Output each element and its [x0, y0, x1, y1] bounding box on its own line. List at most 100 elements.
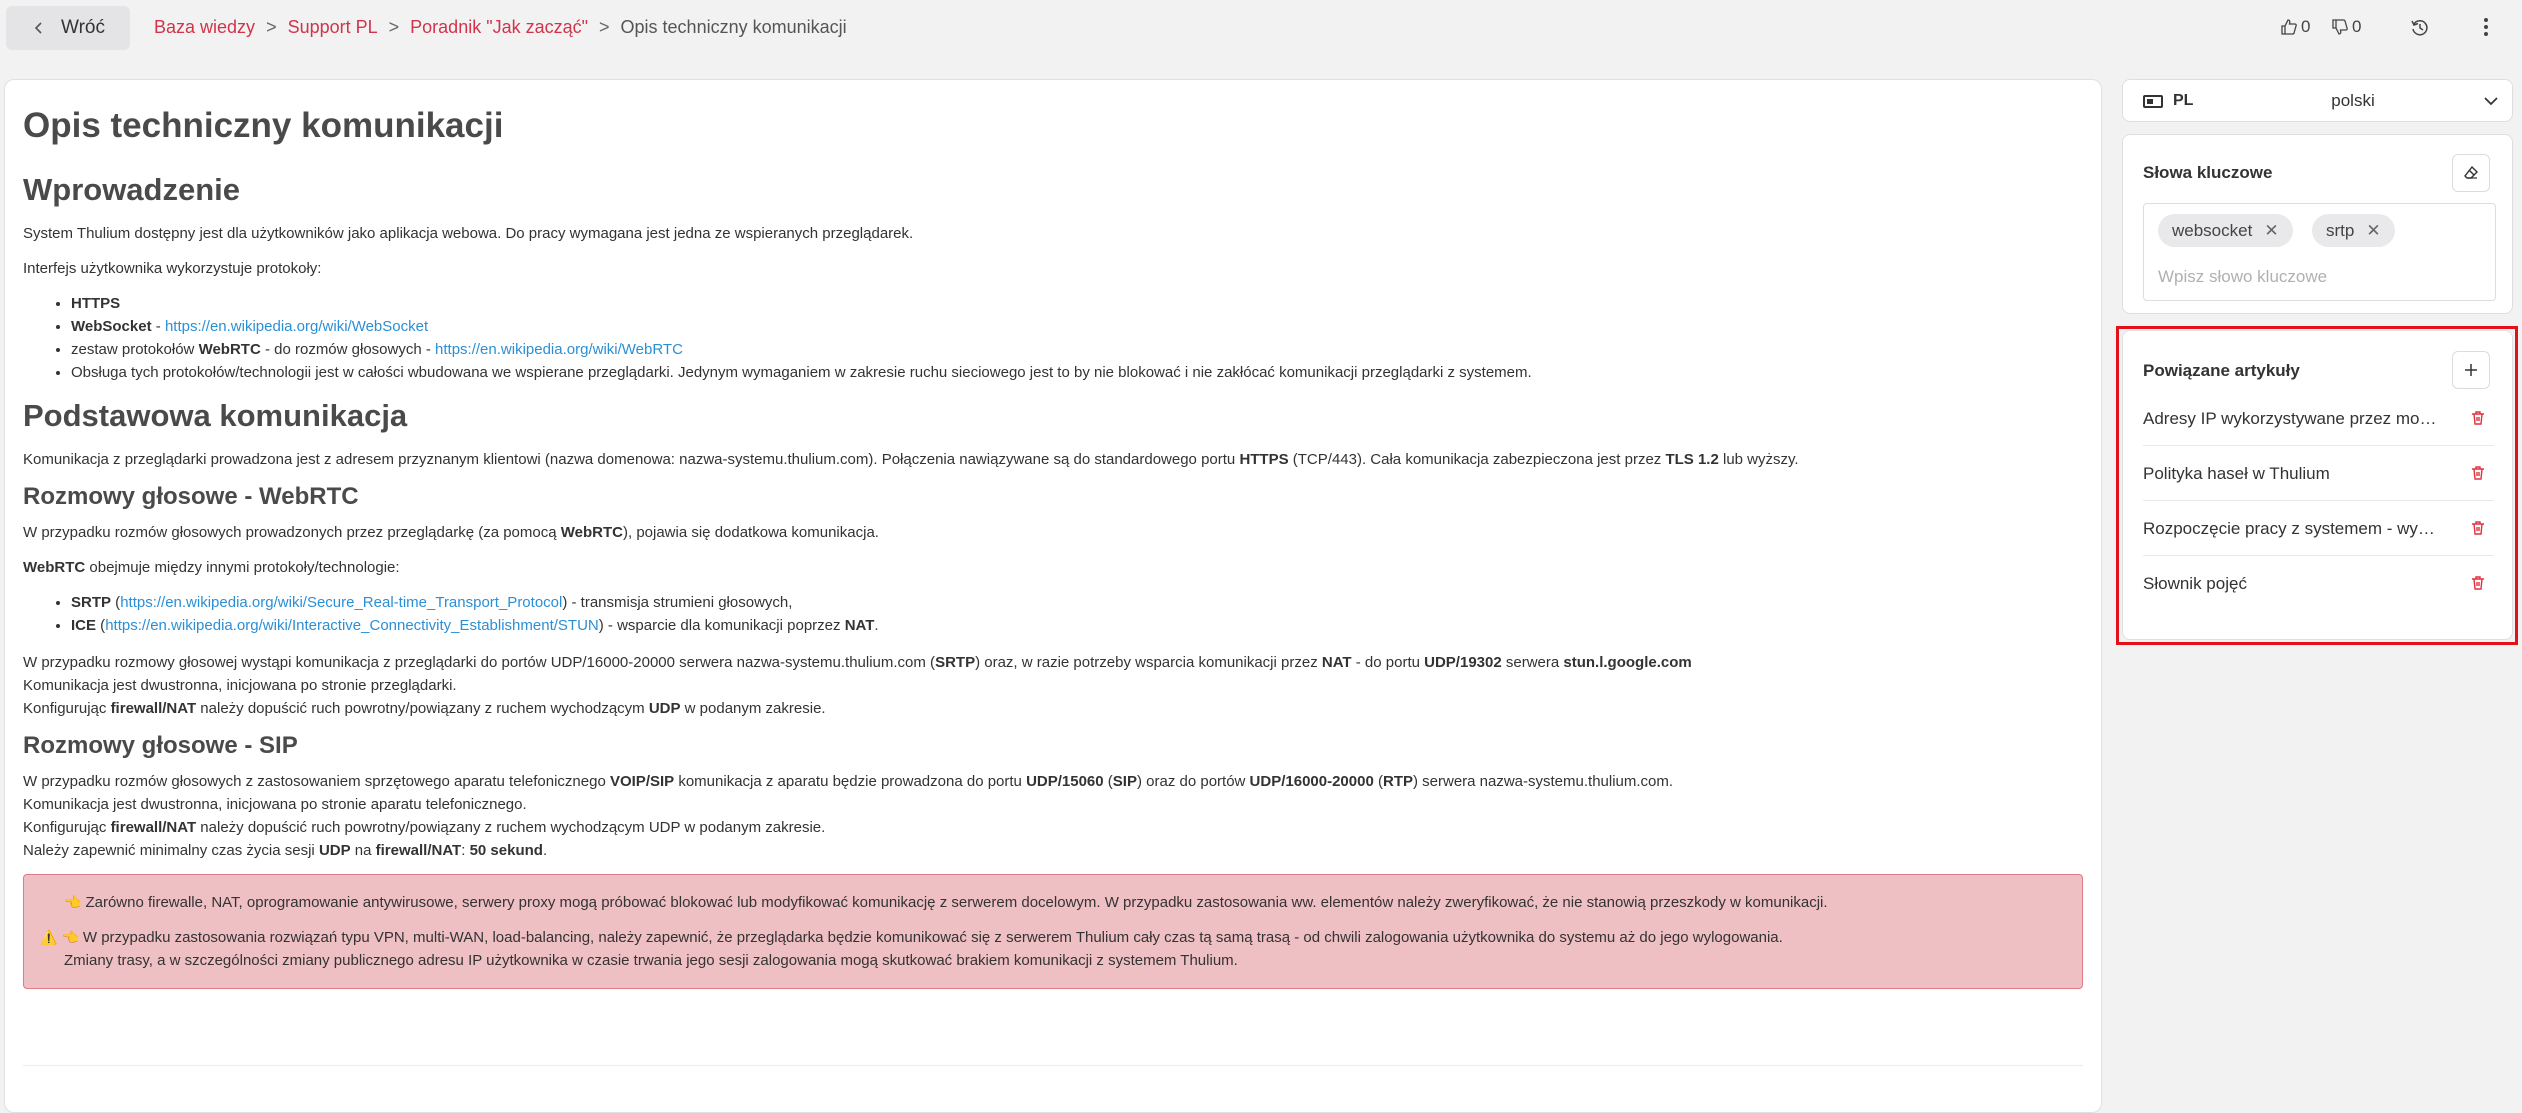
alert-text: Zarówno firewalle, NAT, oprogramowanie a…	[85, 894, 1828, 911]
thumb-up-icon	[2281, 19, 2297, 35]
breadcrumb-item-knowledge-base[interactable]: Baza wiedzy	[154, 17, 255, 38]
paragraph: Komunikacja jest dwustronna, inicjowana …	[23, 677, 457, 694]
list-item: Obsługa tych protokołów/technologii jest…	[71, 361, 2083, 384]
trash-icon[interactable]	[2470, 465, 2486, 481]
breadcrumb-item-support-pl[interactable]: Support PL	[288, 17, 378, 38]
related-article-item[interactable]: Rozpoczęcie pracy z systemem - wymagania	[2143, 502, 2494, 556]
related-article-item[interactable]: Słownik pojęć	[2143, 557, 2494, 611]
back-button[interactable]: Wróć	[6, 6, 130, 50]
link-srtp[interactable]: https://en.wikipedia.org/wiki/Secure_Rea…	[120, 594, 562, 611]
related-article-title[interactable]: Rozpoczęcie pracy z systemem - wymagania	[2143, 519, 2443, 539]
dislike-button[interactable]: 0	[2331, 17, 2361, 37]
keywords-input-box[interactable]: websocket ✕ srtp ✕	[2143, 203, 2496, 301]
paragraph: WebRTC obejmuje między innymi protokoły/…	[23, 556, 2083, 579]
trash-icon[interactable]	[2470, 410, 2486, 426]
like-button[interactable]: 0	[2280, 17, 2310, 37]
text: (	[1373, 773, 1383, 790]
add-related-article-button[interactable]	[2452, 351, 2490, 389]
like-count: 0	[2301, 17, 2311, 36]
language-name: polski	[2331, 90, 2375, 110]
link-webrtc[interactable]: https://en.wikipedia.org/wiki/WebRTC	[435, 341, 683, 358]
text: ) - wsparcie dla komunikacji poprzez	[598, 617, 845, 634]
text: lub wyższy.	[1718, 451, 1799, 468]
clear-keywords-button[interactable]	[2452, 154, 2490, 192]
bold-text: NAT	[1321, 654, 1352, 671]
breadcrumb: Baza wiedzy > Support PL > Poradnik "Jak…	[154, 17, 847, 38]
related-article-title[interactable]: Słownik pojęć	[2143, 574, 2443, 594]
close-icon[interactable]: ✕	[2366, 221, 2380, 241]
breadcrumb-item-guide[interactable]: Poradnik "Jak zacząć"	[410, 17, 588, 38]
list-item: zestaw protokołów WebRTC - do rozmów gło…	[71, 338, 2083, 361]
related-article-item[interactable]: Adresy IP wykorzystywane przez moduły Th…	[2143, 392, 2494, 446]
bold-text: WebRTC	[23, 559, 86, 576]
text: Konfigurując	[23, 819, 111, 836]
section-heading-sip: Rozmowy głosowe - SIP	[23, 732, 298, 759]
top-bar: Wróć Baza wiedzy > Support PL > Poradnik…	[0, 0, 2522, 58]
paragraph: Konfigurując firewall/NAT należy dopuści…	[23, 816, 2083, 839]
link-websocket[interactable]: https://en.wikipedia.org/wiki/WebSocket	[165, 318, 428, 335]
bold-text: stun.l.google.com	[1563, 654, 1692, 671]
bold-text: SIP	[1112, 773, 1137, 790]
text: ) oraz do portów	[1136, 773, 1250, 790]
keywords-panel: Słowa kluczowe websocket ✕ srtp ✕	[2122, 134, 2513, 314]
bold-text: RTP	[1382, 773, 1413, 790]
bold-text: UDP/16000-20000	[1249, 773, 1374, 790]
text: -	[151, 318, 165, 335]
paragraph: W przypadku rozmów głosowych prowadzonyc…	[23, 521, 2083, 544]
text: - do rozmów głosowych -	[260, 341, 436, 358]
text: (TCP/443). Cała komunikacja zabezpieczon…	[1288, 451, 1666, 468]
text: W przypadku rozmów głosowych prowadzonyc…	[23, 524, 561, 541]
bold-text: firewall/NAT	[375, 842, 462, 859]
pointing-hand-icon: 👈	[64, 894, 82, 910]
breadcrumb-separator: >	[599, 17, 610, 37]
paragraph: Interfejs użytkownika wykorzystuje proto…	[23, 260, 322, 277]
text: W przypadku rozmowy głosowej wystąpi kom…	[23, 654, 936, 671]
text: Konfigurując	[23, 700, 111, 717]
text: W przypadku rozmów głosowych z zastosowa…	[23, 773, 610, 790]
bold-text: UDP	[318, 842, 351, 859]
section-heading-introduction: Wprowadzenie	[23, 172, 241, 207]
section-heading-webrtc: Rozmowy głosowe - WebRTC	[23, 483, 359, 510]
paragraph: Komunikacja z przeglądarki prowadzona je…	[23, 448, 2083, 471]
text: ), pojawia się dodatkowa komunikacja.	[622, 524, 879, 541]
language-select[interactable]: PL polski	[2122, 79, 2513, 122]
related-article-item[interactable]: Polityka haseł w Thulium	[2143, 447, 2494, 501]
bold-text: UDP/15060	[1026, 773, 1104, 790]
warning-icon: ⚠️	[40, 929, 58, 945]
keyword-input[interactable]	[2158, 262, 2478, 292]
alert-line: 👈 Zarówno firewalle, NAT, oprogramowanie …	[64, 891, 2042, 914]
text: Komunikacja z przeglądarki prowadzona je…	[23, 451, 1240, 468]
back-button-label: Wróć	[61, 17, 105, 38]
text: .	[874, 617, 879, 634]
text: komunikacja z aparatu będzie prowadzona …	[674, 773, 1027, 790]
trash-icon[interactable]	[2470, 520, 2486, 536]
bold-text: 50 sekund	[469, 842, 543, 859]
history-button[interactable]	[2409, 17, 2431, 39]
text: - do portu	[1351, 654, 1425, 671]
more-options-button[interactable]	[2478, 15, 2494, 39]
divider	[23, 1065, 2083, 1066]
alert-text: W przypadku zastosowania rozwiązań typu …	[82, 929, 1783, 946]
text: Należy zapewnić minimalny czas życia ses…	[23, 842, 319, 859]
bold-text: UDP	[648, 700, 681, 717]
list-item: ICE (https://en.wikipedia.org/wiki/Inter…	[71, 614, 2083, 637]
keyword-chip: srtp ✕	[2312, 214, 2395, 247]
chevron-down-icon	[2484, 97, 2498, 106]
bold-text: HTTPS	[1239, 451, 1289, 468]
breadcrumb-current: Opis techniczny komunikacji	[620, 17, 847, 37]
dislike-count: 0	[2352, 17, 2362, 36]
text: (	[1103, 773, 1113, 790]
breadcrumb-separator: >	[388, 17, 400, 37]
history-icon	[2411, 20, 2428, 36]
paragraph: Należy zapewnić minimalny czas życia ses…	[23, 839, 2083, 862]
link-ice-stun[interactable]: https://en.wikipedia.org/wiki/Interactiv…	[105, 617, 599, 634]
related-article-title[interactable]: Polityka haseł w Thulium	[2143, 464, 2443, 484]
related-article-title[interactable]: Adresy IP wykorzystywane przez moduły Th…	[2143, 409, 2443, 429]
related-articles-panel: Powiązane artykuły Adresy IP wykorzystyw…	[2122, 330, 2513, 640]
text: ) - transmisja strumieni głosowych,	[562, 594, 793, 611]
close-icon[interactable]: ✕	[2264, 221, 2278, 241]
thumb-down-icon	[2332, 19, 2348, 35]
paragraph: W przypadku rozmowy głosowej wystąpi kom…	[23, 651, 2083, 674]
trash-icon[interactable]	[2470, 575, 2486, 591]
list-item: WebSocket - https://en.wikipedia.org/wik…	[71, 315, 2083, 338]
